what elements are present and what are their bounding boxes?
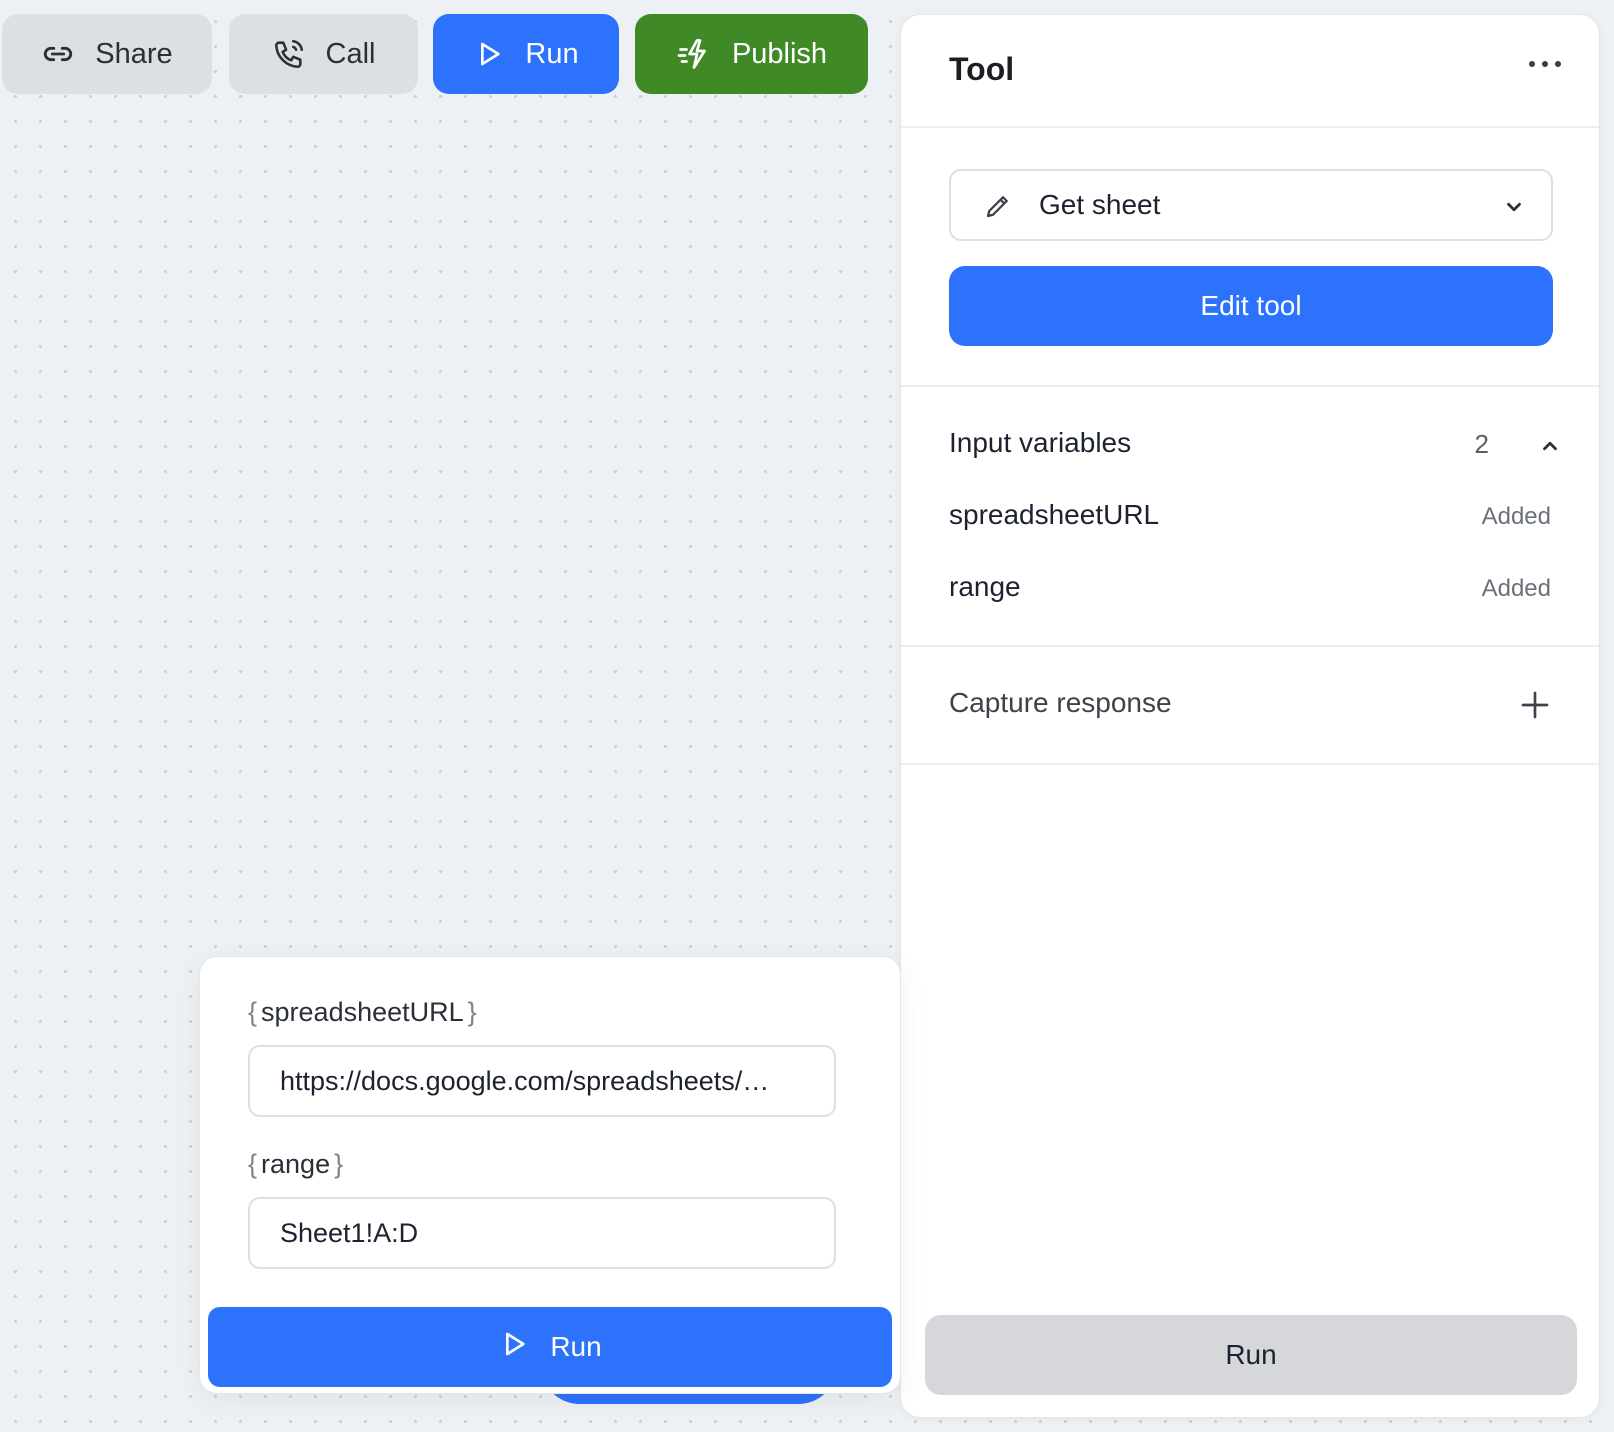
variable-name: range — [949, 571, 1021, 602]
run-label-top: Run — [525, 37, 579, 70]
field-label-spreadsheeturl: { spreadsheetURL } — [248, 997, 477, 1027]
panel-run-button[interactable]: Run — [925, 1315, 1577, 1395]
play-icon — [473, 38, 505, 70]
spreadsheeturl-input[interactable]: https://docs.google.com/spreadsheets/… — [248, 1045, 836, 1117]
range-input[interactable]: Sheet1!A:D — [248, 1197, 836, 1269]
run-inputs-card: { spreadsheetURL } https://docs.google.c… — [199, 956, 901, 1394]
link-icon — [41, 37, 75, 71]
field-label-range: { range } — [248, 1149, 344, 1179]
divider — [901, 763, 1599, 765]
call-button[interactable]: Call — [229, 14, 418, 94]
share-button[interactable]: Share — [2, 14, 212, 94]
divider — [901, 645, 1599, 647]
tool-panel: Tool Get sheet Edit tool Input variables… — [900, 14, 1600, 1418]
card-run-button[interactable]: Run — [208, 1307, 892, 1387]
input-variables-title: Input variables — [949, 427, 1132, 458]
card-run-label: Run — [550, 1331, 602, 1362]
plus-icon[interactable] — [1519, 689, 1551, 726]
variable-name: spreadsheetURL — [949, 499, 1160, 530]
publish-label: Publish — [731, 37, 828, 70]
publish-button[interactable]: Publish — [635, 14, 868, 94]
chevron-down-icon — [1503, 196, 1525, 223]
tool-select[interactable]: Get sheet — [949, 169, 1553, 241]
divider — [901, 385, 1599, 387]
capture-response-label: Capture response — [949, 687, 1172, 718]
panel-run-label: Run — [1225, 1339, 1277, 1370]
tool-select-value: Get sheet — [1039, 189, 1161, 220]
edit-tool-label: Edit tool — [1200, 290, 1302, 321]
lightning-icon — [676, 36, 712, 72]
edit-tool-button[interactable]: Edit tool — [949, 266, 1553, 346]
play-icon — [498, 1328, 530, 1367]
input-variables-count: 2 — [1474, 429, 1489, 459]
pencil-icon — [983, 191, 1013, 226]
variable-status: Added — [1481, 503, 1551, 530]
more-options-icon[interactable] — [1529, 61, 1561, 67]
panel-title: Tool — [949, 51, 1015, 87]
chevron-up-icon[interactable] — [1539, 435, 1561, 462]
panel-header: Tool — [901, 15, 1599, 128]
variable-status: Added — [1481, 575, 1551, 602]
share-label: Share — [95, 37, 173, 70]
run-button-top[interactable]: Run — [433, 14, 619, 94]
phone-icon — [272, 37, 306, 71]
call-label: Call — [325, 37, 376, 70]
